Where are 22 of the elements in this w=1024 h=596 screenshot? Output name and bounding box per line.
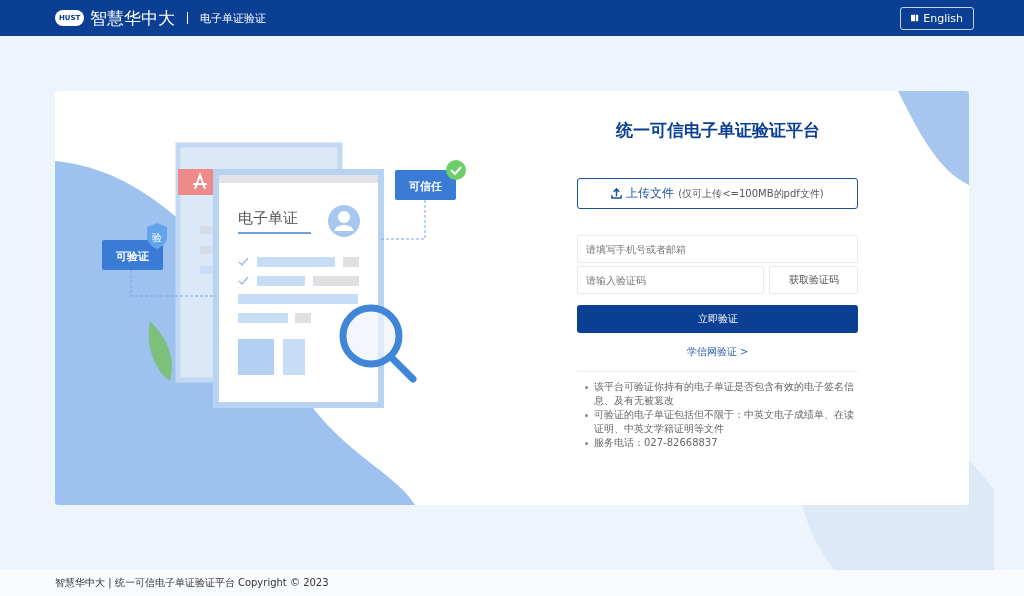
bullet-icon: [585, 442, 588, 445]
get-code-button[interactable]: 获取验证码: [769, 266, 858, 294]
note-text: 服务电话：027-82668837: [594, 436, 718, 450]
note-text: 可验证的电子单证包括但不限于：中英文电子成绩单、在读证明、中英文学籍证明等文件: [594, 408, 855, 435]
site-subtitle: 电子单证验证: [200, 10, 267, 26]
document-title: 电子单证: [238, 209, 298, 227]
verify-button[interactable]: 立即验证: [577, 305, 858, 333]
bullet-icon: [585, 386, 588, 389]
shield-badge-text: 验: [152, 232, 162, 243]
platform-title: 统一可信电子单证验证平台: [614, 119, 821, 142]
contact-input-field[interactable]: 请填写手机号或者邮箱: [577, 235, 858, 263]
language-button[interactable]: English: [900, 6, 974, 30]
chsi-verify-link[interactable]: 学信网验证 >: [686, 345, 749, 359]
upload-button[interactable]: 上传文件 (仅可上传<=100MB的pdf文件): [577, 178, 858, 209]
note-text: 该平台可验证你持有的电子单证是否包含有效的电子签名信息、及有无被篡改: [594, 380, 855, 407]
code-input-field[interactable]: 请输入验证码: [577, 266, 764, 294]
footer-copyright: 智慧华中大 | 统一可信电子单证验证平台 Copyright © 2023: [55, 576, 329, 590]
book-icon: [911, 14, 920, 22]
upload-icon: [611, 188, 623, 199]
logo-text: 智慧华中大: [90, 6, 176, 30]
bullet-icon: [585, 414, 588, 417]
leader-line: [380, 199, 426, 240]
